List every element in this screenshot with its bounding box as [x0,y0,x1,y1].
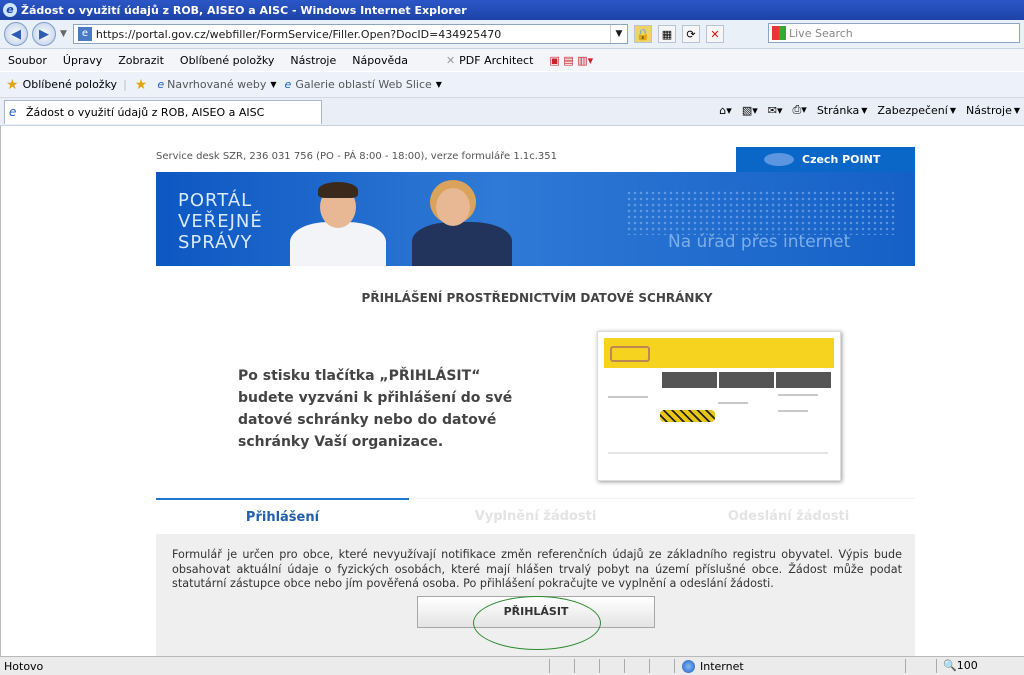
address-dropdown-icon[interactable]: ▼ [609,25,627,43]
add-favorite-icon[interactable]: ★ [135,77,148,93]
menu-item-zobrazit[interactable]: Zobrazit [118,54,164,67]
portal-title-line: PORTÁL [178,190,253,211]
gallery-dropdown-icon[interactable]: ▼ [436,80,442,89]
zoom-control[interactable]: 🔍100 [936,659,978,673]
window-title: Žádost o využití údajů z ROB, AISEO a AI… [21,3,467,17]
banner-tagline: Na úřad přes internet [668,232,851,252]
portal-title-line: VEŘEJNÉ [178,211,263,232]
status-segment [599,659,624,673]
menu-item-napoveda[interactable]: Nápověda [352,54,408,67]
page-icon: e [77,27,92,41]
page-menu[interactable]: Stránka [817,104,859,117]
datove-schranky-logo-icon [610,346,650,362]
compatibility-view-icon[interactable]: ▦ [657,25,676,43]
menu-item-oblibene[interactable]: Oblíbené položky [180,54,275,67]
portal-banner: PORTÁL VEŘEJNÉ SPRÁVY Na úřad přes inter… [156,172,915,266]
ie-logo-icon: e [3,3,17,17]
status-bar: Hotovo Internet 🔍100 [0,656,1024,675]
close-toolbar-icon[interactable]: ✕ [446,54,455,67]
tools-menu-arrow-icon: ▼ [1013,105,1020,115]
live-search-logo-icon [772,26,786,40]
command-bar: ⌂▾ ▧▾ ✉▾ ⎙▾ Stránka ▼ Zabezpečení ▼ Nást… [709,103,1020,117]
web-slice-gallery-link[interactable]: Galerie oblastí Web Slice [295,78,431,91]
security-menu-arrow-icon: ▼ [949,105,956,115]
security-menu[interactable]: Zabezpečení [877,104,947,117]
home-icon[interactable]: ⌂▾ [719,104,732,117]
tools-menu[interactable]: Nástroje [966,104,1012,117]
ie-link-icon: e [157,78,165,91]
refresh-icon[interactable]: ⟳ [681,25,700,43]
chain-image [660,410,715,422]
window-title-bar: e Žádost o využití údajů z ROB, AISEO a … [0,0,1024,20]
tab-prihlaseni[interactable]: Přihlášení [156,498,409,534]
star-icon: ★ [6,76,19,93]
portal-title-line: SPRÁVY [178,232,253,253]
page-menu-arrow-icon: ▼ [861,105,868,115]
banner-man-image [288,182,388,266]
menu-bar: Soubor Úpravy Zobrazit Oblíbené položky … [0,49,1024,71]
status-text: Hotovo [4,659,44,673]
login-heading: PŘIHLÁŠENÍ PROSTŘEDNICTVÍM DATOVÉ SCHRÁN… [1,291,1024,305]
back-button[interactable]: ◀ [4,22,28,46]
tab-vyplneni[interactable]: Vyplnění žádosti [409,498,662,534]
tab-odeslani[interactable]: Odeslání žádosti [662,498,915,534]
status-segment [549,659,574,673]
browser-tab[interactable]: e Žádost o využití údajů z ROB, AISEO a … [4,99,322,124]
page-content: Service desk SZR, 236 031 756 (PO - PÁ 8… [0,126,1024,656]
menu-item-nastroje[interactable]: Nástroje [290,54,336,67]
feeds-icon[interactable]: ▧▾ [742,104,758,117]
forward-button[interactable]: ▶ [32,22,56,46]
data-box-screenshot [597,331,841,481]
internet-zone-icon [682,659,695,673]
tab-title: Žádost o využití údajů z ROB, AISEO a AI… [26,105,265,119]
suggested-dropdown-icon[interactable]: ▼ [270,80,276,89]
portal-title: PORTÁL VEŘEJNÉ SPRÁVY [178,190,263,253]
status-segment [649,659,674,673]
menu-item-upravy[interactable]: Úpravy [63,54,102,67]
czech-point-logo-icon [764,153,794,166]
protected-mode-icon[interactable] [905,659,936,673]
login-instruction: Po stisku tlačítka „PŘIHLÁSIT“ budete vy… [238,368,513,450]
login-heading-text: PŘIHLÁŠENÍ PROSTŘEDNICTVÍM DATOVÉ SCHRÁN… [361,291,713,305]
lock-icon[interactable]: 🔒 [633,25,652,43]
service-desk-info: Service desk SZR, 236 031 756 (PO - PÁ 8… [156,151,558,162]
menu-item-soubor[interactable]: Soubor [8,54,47,67]
print-icon[interactable]: ⎙▾ [792,103,806,117]
stop-icon[interactable]: ✕ [705,25,724,43]
status-segment [674,659,676,673]
separator: | [123,78,127,91]
form-description: Formulář je určen pro obce, které nevyuž… [172,548,902,590]
search-placeholder: Live Search [789,26,853,40]
mail-icon[interactable]: ✉▾ [768,104,783,117]
history-dropdown-icon[interactable]: ▼ [60,29,67,39]
status-segment [574,659,599,673]
address-url[interactable]: https://portal.gov.cz/webfiller/FormServ… [96,28,610,41]
form-steps-tabs: Přihlášení Vyplnění žádosti Odeslání žád… [156,498,915,534]
czech-point-link[interactable]: Czech POINT [736,147,915,172]
address-toolbar: ◀ ▶ ▼ e https://portal.gov.cz/webfiller/… [0,20,1024,49]
pdf-tool-icon[interactable]: ▣ ▤ ▥▾ [549,54,593,67]
zoom-level: 100 [956,659,978,672]
favorites-bar: ★ Oblíbené položky | ★ e Navrhované weby… [0,72,1024,98]
tab-row: e Žádost o využití údajů z ROB, AISEO a … [0,98,1024,126]
search-input[interactable]: Live Search [768,23,1020,43]
banner-woman-image [406,180,516,266]
pdf-architect-button[interactable]: PDF Architect [459,54,533,67]
address-bar[interactable]: e https://portal.gov.cz/webfiller/FormSe… [72,24,628,44]
banner-dot-pattern [626,190,896,235]
suggested-sites-link[interactable]: Navrhované weby [167,78,266,91]
favorites-button[interactable]: Oblíbené položky [23,78,118,91]
zone-label: Internet [700,659,744,673]
status-segment [624,659,649,673]
ie-slice-icon: e [284,78,292,91]
highlight-oval [473,596,601,650]
tab-page-icon: e [9,105,17,119]
czech-point-label: Czech POINT [802,153,881,166]
